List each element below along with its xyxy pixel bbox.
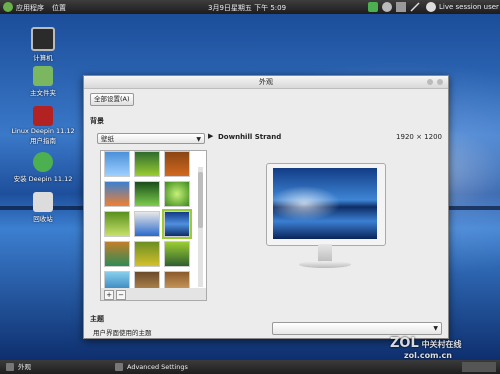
user-guide-icon	[33, 106, 53, 126]
appearance-app-icon	[6, 363, 14, 371]
pen-icon[interactable]	[410, 2, 420, 12]
bottom-taskbar: 外观 Advanced Settings	[0, 360, 500, 374]
wallpaper-thumbnail[interactable]	[134, 241, 160, 267]
desktop-icon-label: 安装 Deepin 11.12	[13, 175, 73, 183]
minimize-button[interactable]	[427, 79, 433, 85]
wallpaper-thumbnail-list	[100, 150, 207, 290]
all-settings-button[interactable]: 全部设置(A)	[90, 93, 134, 106]
desktop-icon-trash[interactable]: 回收站	[8, 192, 78, 223]
home-folder-icon	[33, 66, 53, 86]
session-user-label[interactable]: Live session user	[439, 3, 499, 11]
wallpaper-preview-screen	[273, 168, 377, 239]
window-titlebar[interactable]: 外观	[84, 76, 448, 89]
remove-wallpaper-button[interactable]: −	[116, 290, 126, 300]
zol-watermark: ZOL 中关村在线 zol.com.cn	[390, 336, 462, 360]
desktop-icon-user-guide[interactable]: Linux Deepin 11.12 用户指南	[8, 106, 78, 145]
desktop-icon-label: 回收站	[33, 215, 53, 223]
background-section-title: 背景	[90, 117, 104, 125]
add-wallpaper-button[interactable]: +	[104, 290, 114, 300]
wallpaper-thumbnail[interactable]	[134, 211, 160, 237]
wallpaper-thumbnail[interactable]	[104, 211, 130, 237]
watermark-domain: zol.com.cn	[404, 351, 452, 360]
desktop-icon-label: 主文件夹	[30, 89, 56, 97]
wallpaper-thumbnail[interactable]	[164, 241, 190, 267]
taskbar-item-advanced-settings[interactable]: Advanced Settings	[113, 362, 247, 372]
network-icon[interactable]	[382, 2, 392, 12]
desktop-icon-computer[interactable]: 计算机	[8, 27, 78, 62]
menu-applications[interactable]: 应用程序	[16, 3, 44, 13]
wallpaper-name: Downhill Strand	[218, 133, 282, 141]
thumbnail-scrollbar[interactable]	[198, 167, 203, 287]
theme-label: 用户界面使用的主题	[93, 329, 152, 337]
wallpaper-thumbnail[interactable]	[104, 181, 130, 207]
wallpaper-thumbnail[interactable]	[164, 181, 190, 207]
taskbar-item-label: Advanced Settings	[127, 363, 188, 371]
watermark-text: 中关村在线	[421, 340, 462, 349]
wallpaper-thumbnail[interactable]	[164, 151, 190, 177]
panel-clock[interactable]: 3月9日星期五 下午 5:09	[208, 3, 286, 13]
settings-app-icon	[115, 363, 123, 371]
workspace-switcher[interactable]	[462, 362, 496, 372]
desktop-icon-home[interactable]: 主文件夹	[8, 66, 78, 97]
install-icon	[33, 152, 53, 172]
wallpaper-resolution: 1920 × 1200	[396, 133, 442, 141]
desktop-icon-install[interactable]: 安装 Deepin 11.12	[8, 152, 78, 183]
desktop-icon-label: 计算机	[33, 54, 53, 62]
monitor-base	[299, 261, 351, 268]
close-button[interactable]	[437, 79, 443, 85]
wallpaper-thumbnail[interactable]	[134, 151, 160, 177]
chevron-down-icon: ▼	[433, 325, 438, 332]
wallpaper-thumbnail[interactable]	[134, 181, 160, 207]
thumbnail-toolbar: + −	[100, 288, 207, 301]
monitor-stand	[318, 244, 332, 262]
keyboard-icon[interactable]	[396, 2, 406, 12]
trash-icon	[33, 192, 53, 212]
battery-icon[interactable]	[368, 2, 378, 12]
wallpaper-type-combo[interactable]: 壁纸 ▼	[97, 133, 205, 144]
scrollbar-thumb[interactable]	[198, 172, 203, 228]
menu-places[interactable]: 位置	[52, 3, 66, 13]
wallpaper-thumbnail-selected[interactable]	[162, 209, 192, 239]
theme-combo[interactable]: ▼	[272, 322, 442, 335]
deepin-logo-icon[interactable]	[3, 2, 13, 12]
wallpaper-thumbnail[interactable]	[104, 241, 130, 267]
theme-section-title: 主题	[90, 315, 104, 323]
top-panel: 应用程序 位置 3月9日星期五 下午 5:09 Live session use…	[0, 0, 500, 14]
taskbar-item-appearance[interactable]: 外观	[4, 362, 88, 372]
window-title: 外观	[259, 78, 273, 86]
wallpaper-preview-monitor	[266, 163, 386, 246]
chat-icon[interactable]	[426, 2, 436, 12]
collapse-arrow-icon[interactable]: ▶	[208, 132, 213, 140]
appearance-window: 外观 全部设置(A) 背景 壁纸 ▼ ▶ Downhill Strand 192…	[83, 75, 449, 339]
watermark-logo: ZOL	[390, 336, 419, 351]
computer-icon	[31, 27, 55, 51]
wallpaper-type-value: 壁纸	[101, 135, 114, 143]
taskbar-item-label: 外观	[18, 363, 31, 371]
chevron-down-icon: ▼	[196, 136, 201, 143]
desktop-icon-label: Linux Deepin 11.12 用户指南	[11, 127, 75, 145]
wallpaper-thumbnail[interactable]	[104, 151, 130, 177]
